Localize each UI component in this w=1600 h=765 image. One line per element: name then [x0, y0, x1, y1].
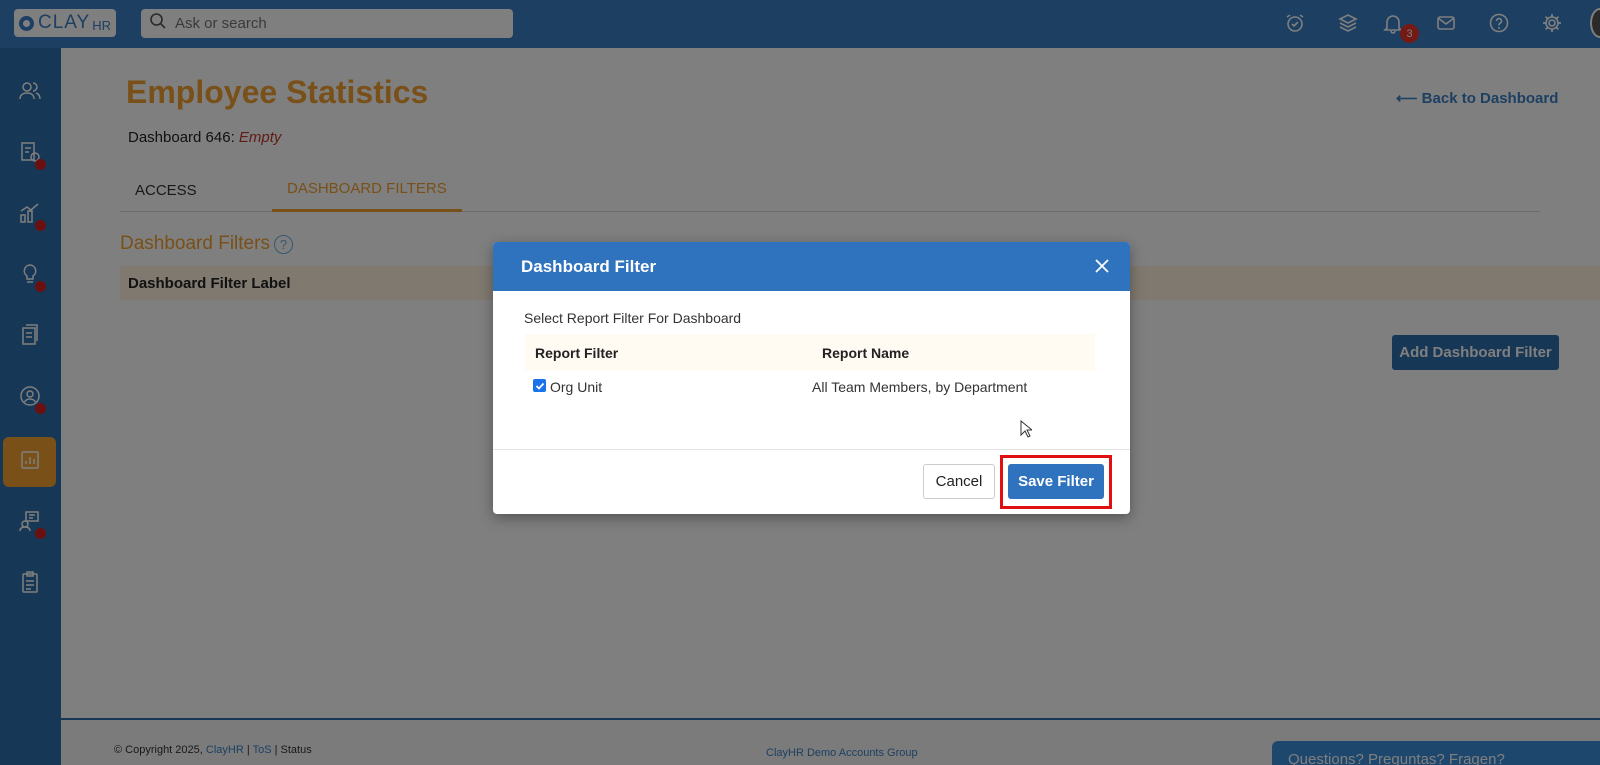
close-icon[interactable] [1090, 254, 1114, 278]
modal-divider [493, 449, 1130, 450]
table-row: Org Unit All Team Members, by Department [525, 377, 1095, 407]
modal-title: Dashboard Filter [521, 256, 657, 276]
modal-subtitle: Select Report Filter For Dashboard [524, 310, 742, 326]
column-report-filter: Report Filter [535, 345, 619, 361]
report-filter-cell: Org Unit [550, 379, 603, 395]
report-name-cell: All Team Members, by Department [812, 379, 1028, 395]
highlight-box [1000, 455, 1112, 509]
mouse-cursor-icon [1020, 419, 1034, 443]
org-unit-checkbox[interactable] [533, 379, 546, 392]
modal-table-header: Report Filter Report Name [525, 334, 1095, 371]
cancel-button[interactable]: Cancel [923, 464, 995, 499]
column-report-name: Report Name [822, 345, 910, 361]
modal-header: Dashboard Filter [493, 242, 1130, 291]
